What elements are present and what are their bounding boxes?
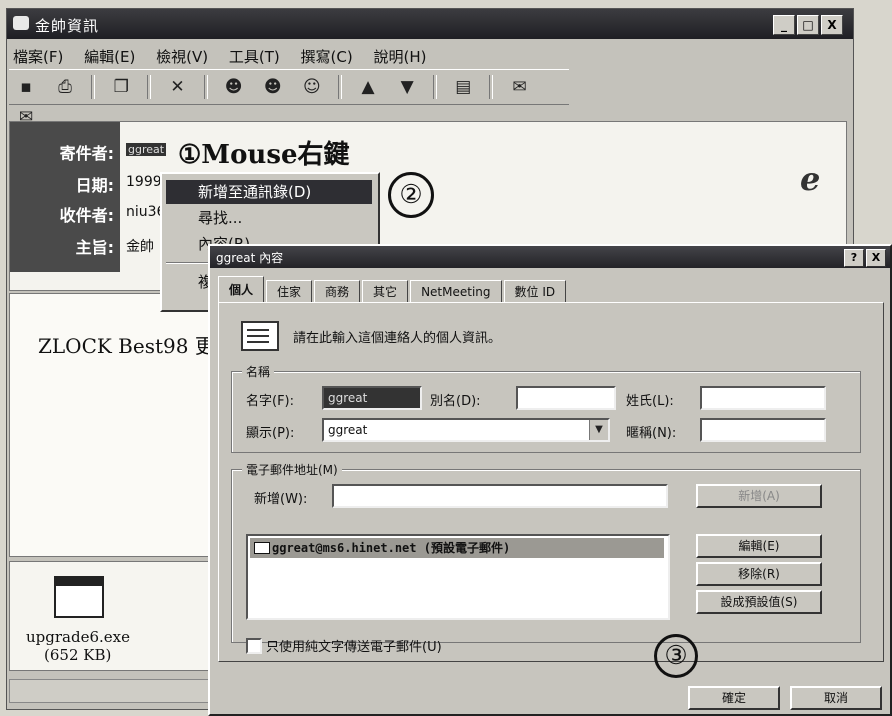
- cancel-button[interactable]: 取消: [790, 686, 882, 710]
- tab-home[interactable]: 住家: [266, 280, 313, 303]
- from-value[interactable]: ggreat: [126, 143, 167, 156]
- chevron-down-icon[interactable]: ▼: [589, 420, 608, 440]
- tab-netmeeting[interactable]: NetMeeting: [410, 280, 502, 303]
- step-3-annotation: ③: [654, 634, 698, 678]
- date-value: 1999: [126, 174, 162, 190]
- remove-email-button[interactable]: 移除(R): [696, 562, 822, 586]
- toolbar-separator: [489, 75, 494, 99]
- from-label: 寄件者:: [59, 144, 114, 163]
- edit-email-button[interactable]: 編輯(E): [696, 534, 822, 558]
- tab-digital-id[interactable]: 數位 ID: [503, 280, 567, 303]
- first-name-field[interactable]: ggreat: [322, 386, 422, 410]
- ie-logo-icon: e: [800, 160, 821, 198]
- menu-bar: 檔案(F) 編輯(E) 檢視(V) 工具(T) 撰寫(C) 說明(H): [7, 41, 436, 67]
- first-name-label: 名字(F):: [246, 394, 295, 409]
- toolbar-separator: [147, 75, 152, 99]
- tab-strip: 個人 住家 商務 其它 NetMeeting 數位 ID: [218, 276, 568, 303]
- last-name-field[interactable]: [700, 386, 826, 410]
- address-book-icon[interactable]: ▤: [448, 74, 478, 100]
- email-group-title: 電子郵件地址(M): [242, 461, 342, 478]
- tab-other[interactable]: 其它: [362, 280, 409, 303]
- contact-properties-dialog: ggreat 內容 ? X 個人 住家 商務 其它 NetMeeting 數位 ID 請在…: [208, 244, 892, 716]
- date-label: 日期:: [75, 176, 114, 195]
- send-receive-icon[interactable]: ✉: [505, 74, 535, 100]
- tab-business[interactable]: 商務: [314, 280, 361, 303]
- email-entry: ggreat@ms6.hinet.net (預設電子郵件): [272, 541, 511, 555]
- header-labels: 寄件者: 日期: 收件者: 主旨:: [10, 122, 120, 272]
- minimize-button[interactable]: _: [773, 15, 795, 35]
- forward-icon[interactable]: ☺: [297, 74, 327, 100]
- status-bar: [9, 679, 211, 703]
- attachment-size: (652 KB): [44, 646, 112, 664]
- copy-icon[interactable]: ❐: [106, 74, 136, 100]
- intro-text: 請在此輸入這個連絡人的個人資訊。: [293, 331, 502, 346]
- menu-tools[interactable]: 工具(T): [229, 46, 280, 67]
- dialog-close-button[interactable]: X: [866, 249, 886, 267]
- attachment-name[interactable]: upgrade6.exe: [26, 628, 136, 646]
- plain-text-label[interactable]: 只使用純文字傳送電子郵件(U): [266, 636, 442, 655]
- name-group: 名稱 名字(F): ggreat 別名(D): 姓氏(L): 顯示(P): gg…: [231, 363, 861, 453]
- find-item[interactable]: 尋找...: [166, 206, 372, 230]
- last-name-label: 姓氏(L):: [626, 394, 674, 409]
- reply-icon[interactable]: ☻: [219, 74, 249, 100]
- title-bar[interactable]: 金帥資訊 _ □ X: [7, 9, 853, 39]
- save-icon[interactable]: ▪: [11, 74, 41, 100]
- contact-card-icon: [241, 321, 279, 351]
- maximize-button[interactable]: □: [797, 15, 819, 35]
- toolbar-separator: [433, 75, 438, 99]
- menu-edit[interactable]: 編輯(E): [84, 46, 135, 67]
- add-email-button[interactable]: 新增(A): [696, 484, 822, 508]
- set-default-button[interactable]: 設成預設值(S): [696, 590, 822, 614]
- toolbar-separator: [337, 75, 342, 99]
- name-group-title: 名稱: [242, 363, 275, 380]
- dialog-title: ggreat 內容: [216, 251, 284, 265]
- nickname-field[interactable]: [700, 418, 826, 442]
- mail-icon: [254, 542, 270, 554]
- menu-view[interactable]: 檢視(V): [156, 46, 208, 67]
- app-icon: [13, 16, 29, 30]
- tab-personal[interactable]: 個人: [218, 276, 265, 303]
- body-text: ZLOCK Best98 更: [38, 334, 215, 358]
- print-icon[interactable]: ⎙: [50, 74, 80, 100]
- window-title: 金帥資訊: [35, 17, 100, 35]
- step-2-annotation: ②: [388, 172, 434, 218]
- dialog-title-bar[interactable]: ggreat 內容 ? X: [210, 246, 890, 268]
- toolbar-separator: [91, 75, 96, 99]
- reply-all-icon[interactable]: ☻: [258, 74, 288, 100]
- menu-file[interactable]: 檔案(F): [13, 46, 63, 67]
- display-value: ggreat: [328, 423, 368, 437]
- previous-icon[interactable]: ▲: [353, 74, 383, 100]
- next-icon[interactable]: ▼: [392, 74, 422, 100]
- middle-name-label: 別名(D):: [430, 394, 481, 409]
- display-label: 顯示(P):: [246, 426, 295, 441]
- add-email-field[interactable]: [332, 484, 668, 508]
- subject-label: 主旨:: [75, 238, 114, 257]
- toolbar-separator: [203, 75, 208, 99]
- ok-button[interactable]: 確定: [688, 686, 780, 710]
- email-list[interactable]: ggreat@ms6.hinet.net (預設電子郵件): [246, 534, 670, 620]
- menu-help[interactable]: 說明(H): [373, 46, 426, 67]
- to-label: 收件者:: [59, 206, 114, 225]
- add-to-address-book-item[interactable]: 新增至通訊錄(D): [166, 180, 372, 204]
- display-combo[interactable]: ggreat ▼: [322, 418, 610, 442]
- nickname-label: 暱稱(N):: [626, 426, 677, 441]
- subject-value: 金帥: [126, 239, 154, 255]
- email-list-item[interactable]: ggreat@ms6.hinet.net (預設電子郵件): [250, 538, 664, 558]
- toolbar: ▪ ⎙ ❐ ✕ ☻ ☻ ☺ ▲ ▼ ▤ ✉ ✉: [9, 69, 569, 127]
- close-button[interactable]: X: [821, 15, 843, 35]
- middle-name-field[interactable]: [516, 386, 616, 410]
- plain-text-checkbox[interactable]: [246, 638, 262, 654]
- add-email-label: 新增(W):: [254, 492, 308, 507]
- delete-icon[interactable]: ✕: [162, 74, 192, 100]
- help-button[interactable]: ?: [844, 249, 864, 267]
- menu-compose[interactable]: 撰寫(C): [301, 46, 353, 67]
- exe-file-icon[interactable]: [54, 576, 104, 618]
- step-1-annotation: ①Mouse右鍵: [178, 140, 350, 170]
